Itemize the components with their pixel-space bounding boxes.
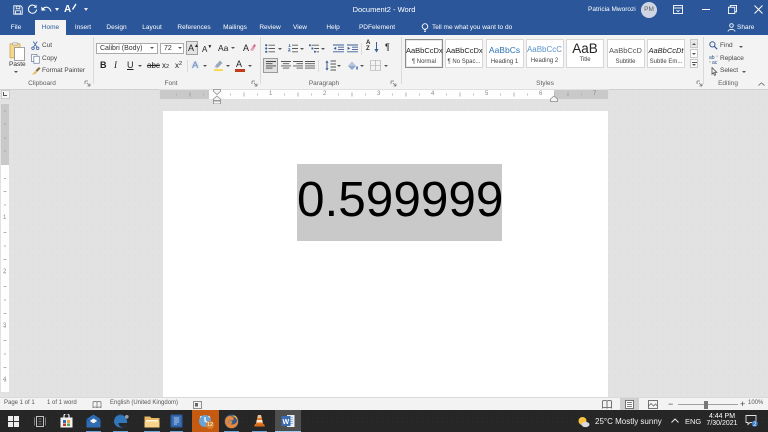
svg-text:W: W <box>283 419 290 426</box>
svg-text:ac: ac <box>712 60 718 64</box>
